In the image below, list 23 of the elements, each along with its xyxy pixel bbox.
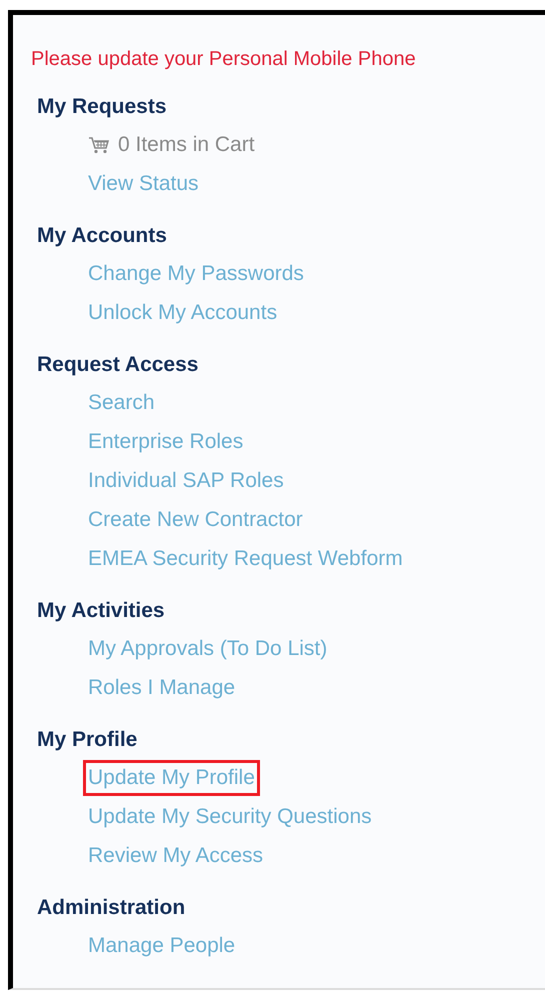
menu-link[interactable]: Individual SAP Roles	[83, 462, 289, 498]
menu-link[interactable]: Change My Passwords	[83, 256, 309, 292]
section-heading: Request Access	[36, 352, 200, 378]
menu-link[interactable]: Create New Contractor	[83, 502, 308, 538]
menu-link[interactable]: View Status	[83, 166, 204, 202]
menu-link[interactable]: Update My Security Questions	[83, 798, 377, 834]
cart-count: 0 Items in Cart	[118, 132, 255, 156]
section-heading: My Activities	[36, 598, 166, 624]
menu-link[interactable]: Unlock My Accounts	[83, 294, 282, 330]
menu-link[interactable]: Roles I Manage	[83, 670, 240, 706]
section-heading: My Requests	[36, 94, 168, 120]
menu-link[interactable]: Search	[83, 384, 160, 420]
alert-message: Please update your Personal Mobile Phone	[31, 47, 417, 72]
cart-icon	[88, 136, 110, 154]
section-heading: Administration	[36, 895, 186, 921]
menu-link[interactable]: Update My Profile	[83, 760, 260, 796]
menu-link[interactable]: Manage People	[83, 928, 240, 964]
menu-link[interactable]: EMEA Security Request Webform	[83, 540, 408, 576]
menu-link[interactable]: Enterprise Roles	[83, 424, 248, 460]
section-heading: My Profile	[36, 727, 138, 753]
menu-link[interactable]: Review My Access	[83, 838, 268, 874]
section-heading: My Accounts	[36, 223, 168, 249]
menu-link[interactable]: My Approvals (To Do List)	[83, 630, 332, 666]
